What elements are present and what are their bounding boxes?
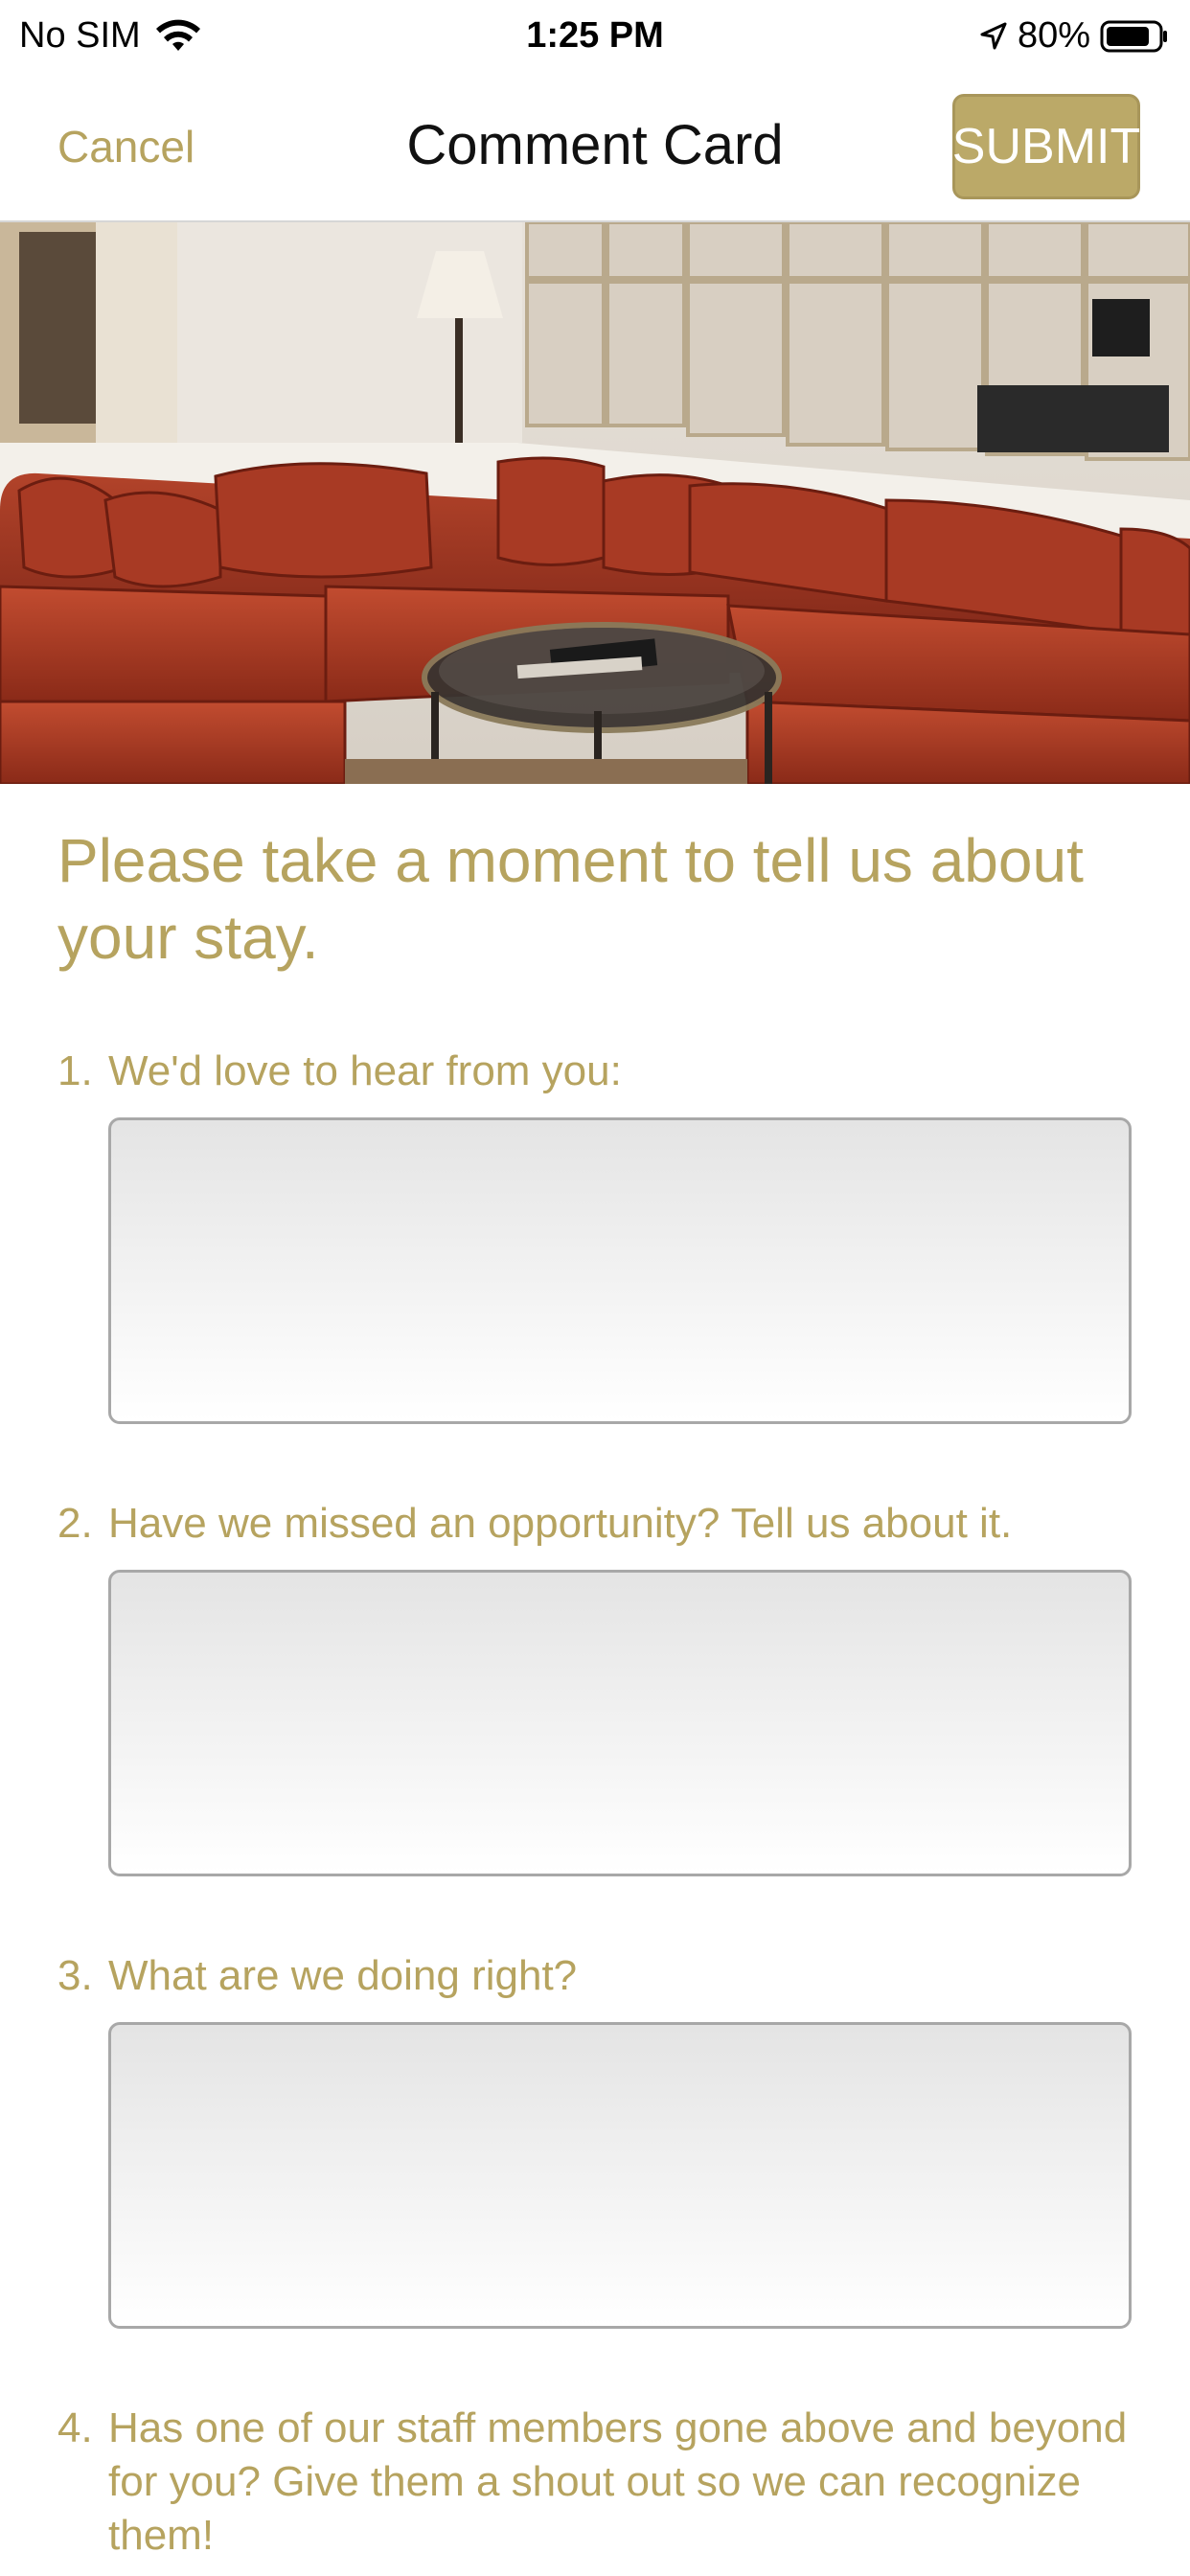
question-label: 3. What are we doing right? — [57, 1949, 1131, 2003]
question-number: 2. — [57, 1500, 93, 1547]
hero-image — [0, 222, 1190, 784]
comment-card-screen: No SIM 1:25 PM 80% Cancel Comment Card S… — [0, 0, 1190, 2576]
status-bar: No SIM 1:25 PM 80% — [0, 0, 1190, 73]
question-text: Has one of our staff members gone above … — [108, 2404, 1128, 2559]
question-text: We'd love to hear from you: — [108, 1047, 622, 1094]
answer-textarea-2[interactable] — [108, 1570, 1132, 1876]
question-number: 3. — [57, 1952, 93, 1999]
question-number: 4. — [57, 2404, 93, 2451]
question-label: 2. Have we missed an opportunity? Tell u… — [57, 1497, 1131, 1551]
question-number: 1. — [57, 1047, 93, 1094]
question-label: 4. Has one of our staff members gone abo… — [57, 2402, 1131, 2563]
battery-icon — [1100, 20, 1167, 52]
intro-heading: Please take a moment to tell us about yo… — [57, 826, 1084, 972]
question-text: What are we doing right? — [108, 1952, 578, 1999]
question-text: Have we missed an opportunity? Tell us a… — [108, 1500, 1013, 1547]
question-label: 1. We'd love to hear from you: — [57, 1045, 1131, 1098]
answer-textarea-1[interactable] — [108, 1117, 1132, 1424]
answer-textarea-3[interactable] — [108, 2022, 1132, 2329]
nav-bar: Cancel Comment Card SUBMIT — [0, 73, 1190, 222]
location-arrow-icon — [980, 22, 1007, 49]
status-right: 80% — [979, 15, 1169, 57]
battery-percent: 80% — [1017, 15, 1090, 56]
hero-illustration — [0, 222, 1190, 784]
submit-button[interactable]: SUBMIT — [952, 94, 1140, 199]
